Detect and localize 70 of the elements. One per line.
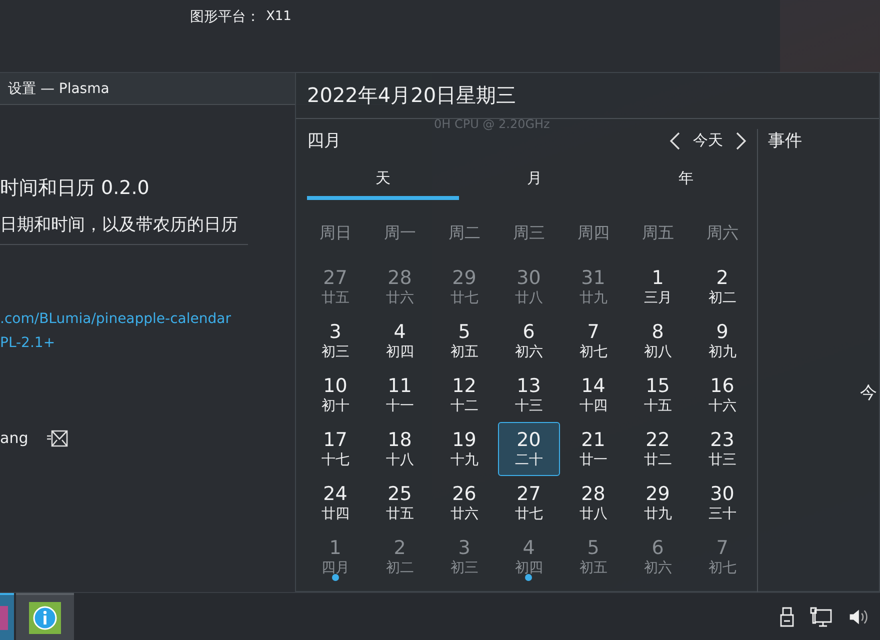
day-cell[interactable]: 17 十七	[304, 422, 366, 476]
day-cell[interactable]: 29 廿七	[433, 260, 496, 314]
app-description: 日期和时间，以及带农历的日历	[0, 214, 238, 236]
day-cell[interactable]: 29 廿九	[626, 476, 689, 530]
view-tab[interactable]: 天	[307, 164, 459, 200]
day-cell[interactable]: 10 初十	[304, 368, 366, 422]
day-cell[interactable]: 4 初四	[498, 530, 560, 584]
weekday-label: 周六	[705, 222, 740, 244]
weekday-label: 周日	[318, 222, 352, 244]
day-cell[interactable]: 21 廿一	[562, 422, 624, 476]
day-cell[interactable]: 7 初七	[562, 314, 624, 368]
email-icon[interactable]	[46, 429, 68, 447]
day-cell[interactable]: 6 初六	[626, 530, 689, 584]
day-cell[interactable]: 15 十五	[626, 368, 689, 422]
day-cell[interactable]: 3 初三	[433, 530, 496, 584]
day-cell[interactable]: 30 廿八	[498, 260, 560, 314]
month-label: 四月	[307, 130, 341, 152]
weekday-label: 周五	[640, 222, 675, 244]
day-cell[interactable]: 25 廿五	[368, 476, 431, 530]
day-cell[interactable]: 30 三十	[691, 476, 754, 530]
day-cell[interactable]: 5 初五	[433, 314, 496, 368]
day-cell[interactable]: 4 初四	[368, 314, 431, 368]
day-cell[interactable]: 2 初二	[368, 530, 431, 584]
day-cell[interactable]: 1 三月	[626, 260, 689, 314]
day-cell[interactable]: 7 初七	[691, 530, 754, 584]
day-cell[interactable]: 5 初五	[562, 530, 624, 584]
app-heading: 时间和日历 0.2.0	[0, 176, 150, 201]
weekday-label: 周三	[512, 222, 546, 244]
day-cell[interactable]: 12 十二	[433, 368, 496, 422]
next-icon[interactable]	[735, 130, 747, 150]
task-button[interactable]	[16, 593, 74, 640]
day-cell[interactable]: 23 廿三	[691, 422, 754, 476]
platform-value: X11	[266, 8, 292, 24]
day-cell[interactable]: 9 初九	[691, 314, 754, 368]
day-cell[interactable]: 14 十四	[562, 368, 624, 422]
day-cell[interactable]: 27 廿五	[304, 260, 366, 314]
author-name: ang	[0, 429, 28, 447]
day-cell[interactable]: 31 廿九	[562, 260, 624, 314]
day-cell[interactable]: 19 十九	[433, 422, 496, 476]
today-button[interactable]: 今天	[687, 129, 729, 152]
day-cell[interactable]: 20 二十	[498, 422, 560, 476]
day-cell[interactable]: 1 四月	[304, 530, 366, 584]
day-cell[interactable]: 26 廿六	[433, 476, 496, 530]
platform-label: 图形平台：	[190, 8, 260, 26]
day-cell[interactable]: 16 十六	[691, 368, 754, 422]
day-cell[interactable]: 13 十三	[498, 368, 560, 422]
cpu-text: 0H CPU @ 2.20GHz	[434, 117, 550, 131]
day-cell[interactable]: 22 廿二	[626, 422, 689, 476]
app-icon	[0, 604, 10, 632]
day-cell[interactable]: 11 十一	[368, 368, 431, 422]
day-cell[interactable]: 3 初三	[304, 314, 366, 368]
day-cell[interactable]: 18 十八	[368, 422, 431, 476]
day-cell[interactable]: 2 初二	[691, 260, 754, 314]
weekday-label: 周一	[382, 222, 417, 244]
day-cell[interactable]: 6 初六	[498, 314, 560, 368]
info-icon	[28, 601, 62, 635]
weekday-label: 周二	[447, 222, 482, 244]
events-text: 今	[860, 382, 877, 404]
day-cell[interactable]: 8 初八	[626, 314, 689, 368]
events-title: 事件	[768, 131, 802, 151]
day-cell[interactable]: 28 廿八	[562, 476, 624, 530]
day-cell[interactable]: 24 廿四	[304, 476, 366, 530]
day-cell[interactable]: 28 廿六	[368, 260, 431, 314]
volume-icon[interactable]	[848, 607, 868, 627]
day-cell[interactable]: 27 廿七	[498, 476, 560, 530]
network-icon[interactable]	[810, 607, 832, 627]
previous-icon[interactable]	[669, 130, 681, 150]
view-tab[interactable]: 年	[610, 164, 762, 200]
weekday-label: 周四	[576, 222, 610, 244]
view-tab[interactable]: 月	[458, 164, 610, 200]
